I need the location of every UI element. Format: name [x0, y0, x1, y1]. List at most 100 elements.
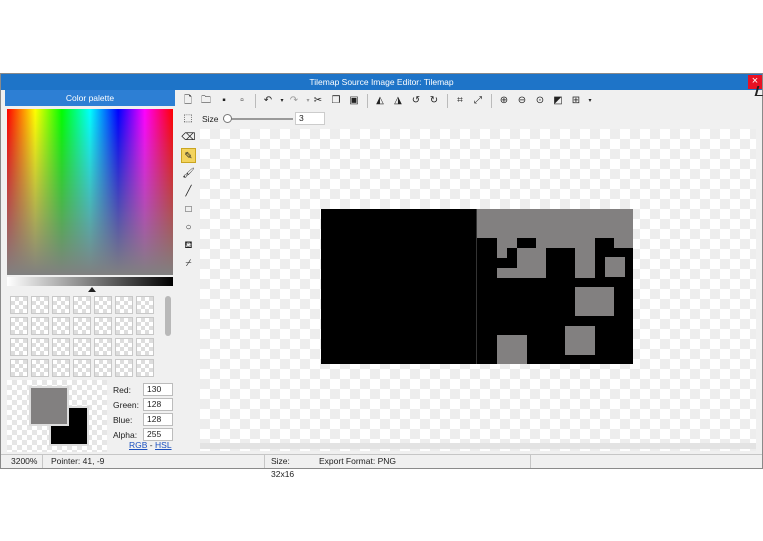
open-folder-icon[interactable]: 🗀: [199, 94, 213, 108]
palette-swatch[interactable]: [10, 317, 28, 335]
palette-swatch[interactable]: [115, 317, 133, 335]
palette-swatch[interactable]: [10, 296, 28, 314]
palette-swatch[interactable]: [94, 359, 112, 377]
palette-swatch[interactable]: [73, 359, 91, 377]
pixel-block: [605, 257, 625, 277]
green-value-field[interactable]: 128: [143, 398, 173, 411]
color-preview: [7, 380, 107, 452]
eyedropper-icon[interactable]: ⌿: [181, 256, 196, 271]
pixel-block: [575, 287, 614, 316]
eraser-icon[interactable]: ⌫: [181, 130, 196, 145]
size-value-field[interactable]: 3: [295, 112, 325, 125]
fill-bucket-icon[interactable]: ⛾: [181, 238, 196, 253]
size-slider[interactable]: [223, 114, 293, 123]
redo-icon[interactable]: ↷: [287, 94, 301, 108]
pixel-block: [536, 238, 595, 248]
resize-icon[interactable]: ⤢: [471, 94, 485, 108]
rectangle-icon[interactable]: □: [181, 202, 196, 217]
blue-channel: Blue: 128: [113, 413, 175, 427]
new-file-icon[interactable]: 🗋: [181, 94, 195, 108]
tilemap-image[interactable]: [321, 209, 633, 364]
palette-swatch[interactable]: [52, 338, 70, 356]
zoom-status: 3200%: [5, 455, 43, 468]
palette-swatch[interactable]: [136, 338, 154, 356]
palette-swatch[interactable]: [136, 317, 154, 335]
save-as-icon[interactable]: ▫: [235, 94, 249, 108]
toolbar-separator: [447, 94, 448, 108]
size-status: Size: 32x16: [271, 456, 295, 479]
value-strip[interactable]: [7, 277, 173, 286]
palette-swatch[interactable]: [115, 359, 133, 377]
palette-swatch[interactable]: [136, 296, 154, 314]
rotate-right-icon[interactable]: ↻: [427, 94, 441, 108]
palette-swatch[interactable]: [31, 317, 49, 335]
canvas-area[interactable]: [200, 129, 756, 451]
save-icon[interactable]: ▪: [217, 94, 231, 108]
palette-swatch[interactable]: [31, 296, 49, 314]
primary-color-swatch[interactable]: [29, 386, 69, 426]
palette-swatch[interactable]: [94, 338, 112, 356]
toggle-background-icon[interactable]: ◩: [551, 94, 565, 108]
status-bar: 3200% Pointer: 41, -9 Size: 32x16 Export…: [1, 454, 762, 479]
palette-swatch[interactable]: [31, 338, 49, 356]
selection-icon[interactable]: ⬚: [181, 112, 195, 126]
undo-icon[interactable]: ↶: [261, 94, 275, 108]
palette-swatch[interactable]: [73, 317, 91, 335]
palette-scrollbar[interactable]: [165, 296, 171, 336]
palette-swatch[interactable]: [10, 359, 28, 377]
toolbar-separator: [255, 94, 256, 108]
blue-value-field[interactable]: 128: [143, 413, 173, 426]
pencil-icon[interactable]: ✎: [181, 148, 196, 163]
mode-separator: -: [149, 440, 153, 450]
palette-swatch[interactable]: [31, 359, 49, 377]
brush-icon[interactable]: 🖌: [181, 166, 196, 181]
palette-swatch[interactable]: [115, 338, 133, 356]
palette-swatch[interactable]: [136, 359, 154, 377]
pixel-block: [497, 335, 527, 364]
size-slider-thumb[interactable]: [223, 114, 232, 123]
pixel-block: [575, 248, 595, 278]
pixel-block: [565, 326, 595, 355]
color-mode-links: RGB - HSL: [129, 440, 172, 450]
red-value-field[interactable]: 130: [143, 383, 173, 396]
palette-swatch[interactable]: [94, 317, 112, 335]
tools-column: ⌫ ✎ 🖌 ╱ □ ○ ⛾ ⌿: [177, 128, 199, 458]
alpha-label: Alpha:: [113, 430, 138, 440]
value-marker-icon[interactable]: [88, 287, 96, 292]
tool-options-bar: ⬚ Size 3: [177, 111, 757, 127]
flip-horizontal-icon[interactable]: ◭: [373, 94, 387, 108]
grid-dropdown-icon[interactable]: ▾: [583, 94, 597, 108]
green-label: Green:: [113, 400, 139, 410]
main-toolbar: 🗋 🗀 ▪ ▫ ↶ ▾ ↷ ▾ ✂ ❐ ▣ ◭ ◮ ↺ ↻ ⌗ ⤢ ⊕ ⊖ ⊙ …: [177, 92, 757, 110]
color-spectrum-picker[interactable]: [7, 109, 173, 275]
flip-vertical-icon[interactable]: ◮: [391, 94, 405, 108]
palette-swatch[interactable]: [115, 296, 133, 314]
red-channel: Red: 130: [113, 383, 175, 397]
palette-swatch[interactable]: [52, 359, 70, 377]
pixel-block: [497, 268, 546, 278]
palette-swatch[interactable]: [94, 296, 112, 314]
zoom-in-icon[interactable]: ⊕: [497, 94, 511, 108]
rotate-left-icon[interactable]: ↺: [409, 94, 423, 108]
palette-swatch[interactable]: [73, 338, 91, 356]
grid-icon[interactable]: ⊞: [569, 94, 583, 108]
palette-swatch[interactable]: [10, 338, 28, 356]
ellipse-icon[interactable]: ○: [181, 220, 196, 235]
canvas-horizontal-scrollbar[interactable]: [200, 443, 756, 449]
paste-icon[interactable]: ▣: [347, 94, 361, 108]
copy-icon[interactable]: ❐: [329, 94, 343, 108]
size-label: Size: [202, 114, 219, 124]
cut-icon[interactable]: ✂: [311, 94, 325, 108]
line-icon[interactable]: ╱: [181, 184, 196, 199]
editor-window: Tilemap Source Image Editor: Tilemap × C…: [0, 73, 763, 479]
zoom-out-icon[interactable]: ⊖: [515, 94, 529, 108]
rgb-mode-link[interactable]: RGB: [129, 440, 147, 450]
palette-swatch[interactable]: [73, 296, 91, 314]
pixel-block: [614, 238, 633, 248]
hsl-mode-link[interactable]: HSL: [155, 440, 172, 450]
color-palette-panel: Color palette Red: 130 Green: 128 Blue: …: [5, 90, 175, 454]
palette-swatch[interactable]: [52, 296, 70, 314]
palette-swatch[interactable]: [52, 317, 70, 335]
zoom-fit-icon[interactable]: ⊙: [533, 94, 547, 108]
crop-icon[interactable]: ⌗: [453, 94, 467, 108]
